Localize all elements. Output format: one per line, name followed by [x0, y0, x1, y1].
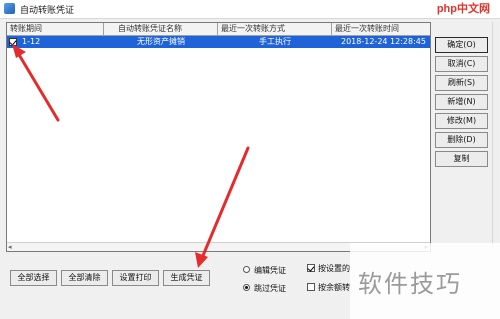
arrow-to-generate-button-icon	[195, 146, 250, 268]
annotation-arrows	[12, 44, 250, 268]
arrow-to-checkbox-icon	[12, 44, 60, 122]
auto-transfer-window: 自动转账凭证 php中文网 转账期间 自动转账凭证名称 最近一次转账方式 最近一…	[0, 0, 500, 319]
